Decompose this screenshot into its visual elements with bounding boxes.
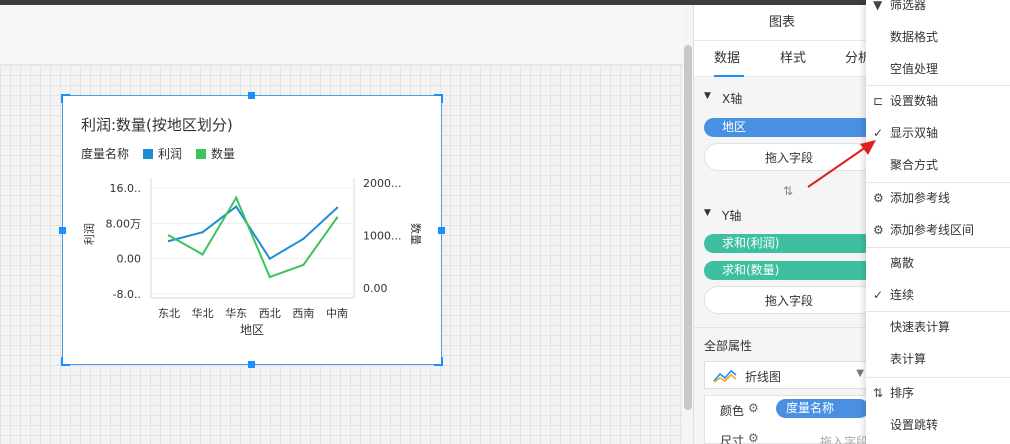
menu-item-quick-table-calc[interactable]: 快速表计算 bbox=[866, 311, 1010, 343]
data-point[interactable] bbox=[235, 196, 238, 199]
line-chart-icon bbox=[713, 369, 737, 383]
annotation-arrow bbox=[807, 140, 876, 188]
canvas-scrollbar[interactable] bbox=[684, 45, 692, 410]
field-context-menu: ▼ 筛选器 数据格式 空值处理 ⊏ 设置数轴 ✓ 显示双轴 聚合方式 ⚙ 添加参考线 ⚙… bbox=[866, 0, 1010, 444]
chevron-down-icon: ▼ bbox=[856, 368, 864, 379]
tab-data[interactable]: 数据 bbox=[714, 41, 744, 77]
data-point[interactable] bbox=[268, 275, 271, 279]
y-tick-label-left: 16.0.. bbox=[110, 182, 142, 195]
color-field-pill[interactable]: 度量名称 bbox=[776, 399, 869, 418]
menu-item-dual-axis[interactable]: ✓ 显示双轴 bbox=[866, 117, 1010, 149]
menu-item-reference-line[interactable]: ⚙ 添加参考线 bbox=[866, 182, 1010, 214]
menu-item-table-calc[interactable]: 表计算 bbox=[866, 343, 1010, 375]
line-chart: 16.0.. 8.00万 0.00 -8.0.. 2000... 1000... 0.00… bbox=[82, 177, 422, 337]
canvas-toolbar bbox=[0, 5, 683, 65]
color-gear-icon[interactable]: ⚙ bbox=[748, 401, 759, 415]
chart-type-label: 折线图 bbox=[745, 370, 782, 384]
filter-icon: ▼ bbox=[873, 0, 883, 12]
collapse-x-icon[interactable]: ▼ bbox=[704, 91, 711, 101]
menu-label: 快速表计算 bbox=[890, 320, 951, 334]
series-line-profit[interactable] bbox=[168, 205, 338, 261]
x-axis-label: X轴 bbox=[722, 92, 743, 106]
data-point[interactable] bbox=[201, 253, 204, 256]
size-drop-hint[interactable]: 拖入字段 bbox=[820, 433, 868, 444]
data-point[interactable] bbox=[235, 205, 238, 208]
x-tick-label: 西南 bbox=[292, 307, 314, 320]
x-tick-label: 中南 bbox=[326, 307, 348, 320]
y-axis-title-left: 利润 bbox=[82, 223, 96, 245]
y-tick-label-right: 0.00 bbox=[363, 282, 388, 295]
x-tick-label: 华北 bbox=[192, 306, 214, 320]
y-tick-label-left: 8.00万 bbox=[106, 217, 142, 230]
y-tick-label-right: 2000... bbox=[363, 177, 401, 190]
data-point[interactable] bbox=[268, 257, 271, 260]
menu-item-null-handling[interactable]: 空值处理 bbox=[866, 53, 1010, 85]
tab-style[interactable]: 样式 bbox=[780, 41, 806, 77]
all-props-label: 全部属性 bbox=[704, 339, 753, 353]
menu-label: 显示双轴 bbox=[890, 126, 939, 140]
x-tick-label: 华东 bbox=[225, 306, 247, 320]
menu-item-discrete[interactable]: 离散 bbox=[866, 247, 1010, 279]
menu-label: 设置跳转 bbox=[890, 418, 939, 432]
menu-label: 表计算 bbox=[890, 352, 927, 366]
chart-type-select[interactable]: 折线图 ▼ bbox=[704, 361, 869, 389]
collapse-y-icon[interactable]: ▼ bbox=[704, 208, 711, 218]
y-field-pill-profit[interactable]: 求和(利润) bbox=[704, 234, 874, 253]
menu-item-set-jump[interactable]: 设置跳转 bbox=[866, 409, 1010, 441]
menu-label: 筛选器 bbox=[890, 0, 927, 12]
size-label: 尺寸 bbox=[720, 434, 745, 444]
x-axis-title: 地区 bbox=[240, 323, 264, 337]
sort-icon: ⇅ bbox=[873, 386, 884, 400]
data-point[interactable] bbox=[335, 206, 339, 210]
data-point[interactable] bbox=[302, 263, 305, 267]
y-drop-zone[interactable]: 拖入字段 bbox=[704, 286, 874, 314]
y-tick-label-left: -8.0.. bbox=[113, 288, 141, 301]
series-line-qty[interactable] bbox=[168, 195, 338, 279]
x-tick-label: 西北 bbox=[259, 307, 281, 320]
menu-label: 聚合方式 bbox=[890, 158, 939, 172]
data-point[interactable] bbox=[335, 216, 339, 219]
menu-item-sort[interactable]: ⇅ 排序 bbox=[866, 377, 1010, 409]
menu-label: 离散 bbox=[890, 256, 915, 270]
y-tick-label-right: 1000... bbox=[363, 230, 401, 243]
menu-label: 连续 bbox=[890, 288, 915, 302]
y-field-pill-qty[interactable]: 求和(数量) bbox=[704, 261, 874, 280]
menu-item-filter[interactable]: ▼ 筛选器 bbox=[866, 0, 1010, 21]
menu-item-aggregation[interactable]: 聚合方式 bbox=[866, 149, 1010, 181]
data-point[interactable] bbox=[201, 230, 204, 234]
check-icon: ✓ bbox=[873, 288, 884, 302]
gear-icon: ⚙ bbox=[873, 223, 884, 237]
y-axis-title-right: 数量 bbox=[409, 223, 422, 245]
menu-label: 添加参考线区间 bbox=[890, 223, 975, 237]
menu-item-set-axis[interactable]: ⊏ 设置数轴 bbox=[866, 85, 1010, 117]
menu-label: 添加参考线 bbox=[890, 191, 951, 205]
size-gear-icon[interactable]: ⚙ bbox=[748, 431, 759, 444]
x-tick-label: 东北 bbox=[158, 307, 180, 320]
menu-label: 设置数轴 bbox=[890, 94, 939, 108]
menu-item-reference-band[interactable]: ⚙ 添加参考线区间 bbox=[866, 214, 1010, 246]
y-axis-label: Y轴 bbox=[722, 209, 742, 223]
menu-label: 空值处理 bbox=[890, 62, 939, 76]
data-point[interactable] bbox=[167, 234, 171, 237]
menu-label: 数据格式 bbox=[890, 30, 939, 44]
axis-icon: ⊏ bbox=[873, 94, 884, 108]
menu-item-continuous[interactable]: ✓ 连续 bbox=[866, 279, 1010, 311]
color-label: 颜色 bbox=[720, 404, 745, 418]
data-point[interactable] bbox=[302, 237, 305, 240]
swap-vertical-icon[interactable]: ⇅ bbox=[783, 184, 793, 198]
data-point[interactable] bbox=[167, 239, 171, 243]
menu-label: 排序 bbox=[890, 386, 915, 400]
menu-item-data-format[interactable]: 数据格式 bbox=[866, 21, 1010, 53]
chart-widget[interactable]: 利润:数量(按地区划分) 度量名称 利润 数量 16.0.. 8.00万 0.00-… bbox=[59, 92, 445, 368]
y-tick-label-left: 0.00 bbox=[117, 253, 142, 266]
